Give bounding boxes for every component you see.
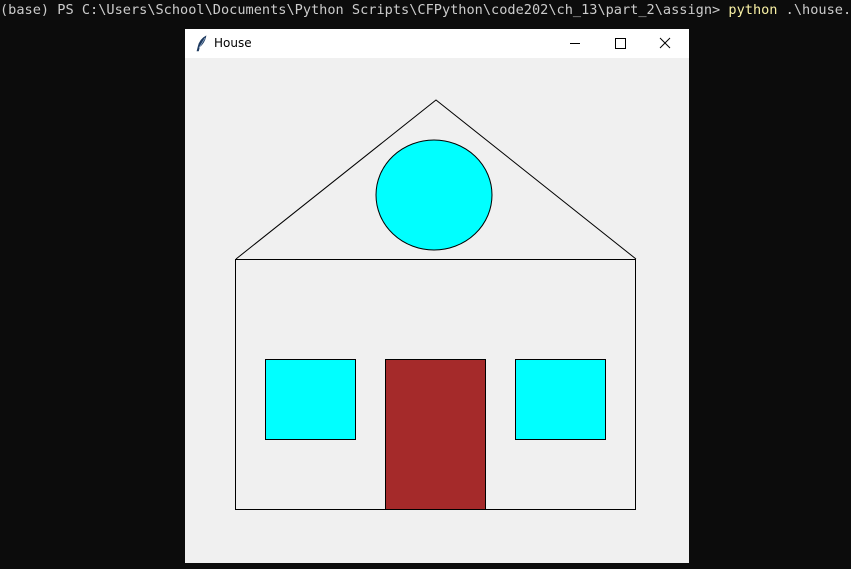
right-window <box>515 359 606 440</box>
minimize-button[interactable] <box>553 29 598 58</box>
door <box>385 359 486 510</box>
minimize-icon <box>570 43 580 44</box>
maximize-icon <box>615 38 626 49</box>
drawing-canvas[interactable] <box>185 58 689 563</box>
feather-icon <box>195 35 209 52</box>
terminal-prompt: (base) PS C:\Users\School\Documents\Pyth… <box>0 2 729 18</box>
window-title: House <box>214 36 252 50</box>
terminal-argument: .\house.py <box>785 2 851 18</box>
terminal-command: python <box>728 2 778 18</box>
terminal-command-line: (base) PS C:\Users\School\Documents\Pyth… <box>0 1 851 19</box>
close-button[interactable] <box>643 29 688 58</box>
maximize-button[interactable] <box>598 29 643 58</box>
attic-window <box>375 139 493 251</box>
house-app-window: House <box>185 29 689 563</box>
close-icon <box>659 37 671 49</box>
left-window <box>265 359 356 440</box>
title-bar[interactable]: House <box>185 29 689 58</box>
house-drawing <box>235 99 637 510</box>
